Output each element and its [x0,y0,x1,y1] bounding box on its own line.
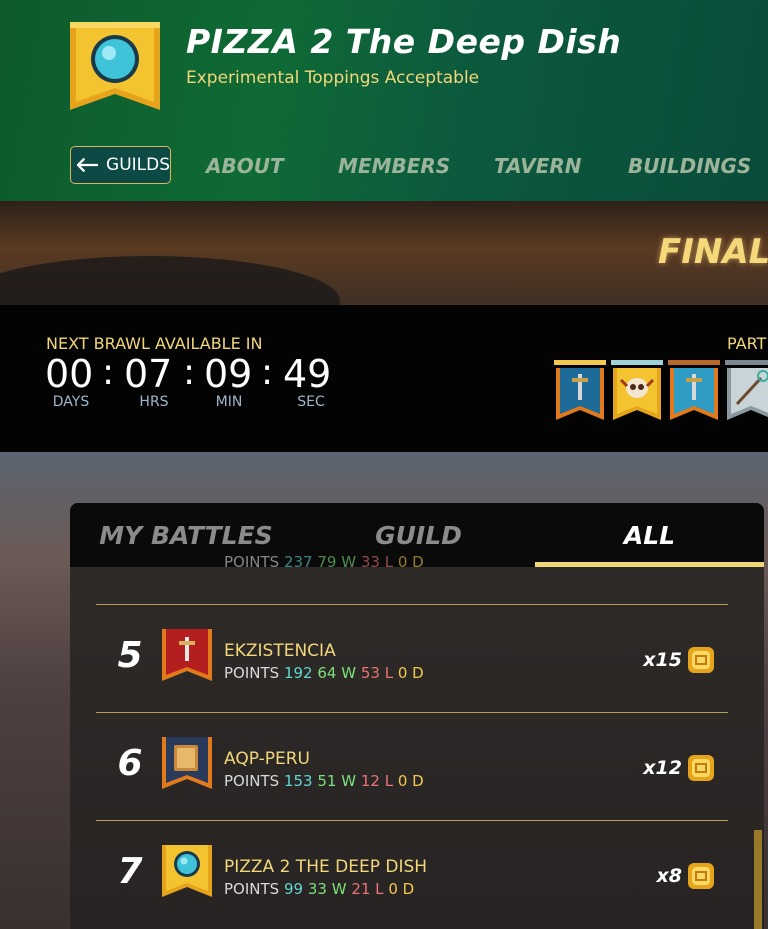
timer-hours: 07 [124,352,173,396]
tab-about[interactable]: ABOUT [206,154,284,178]
timer-minutes: 09 [204,352,253,396]
sword-banner-icon[interactable] [554,360,606,422]
partial-row-stats: POINTS 237 79 W 33 L 0 D [224,553,424,571]
row-rank: 5 [117,635,143,676]
row-stats: POINTS 153 51 W 12 L 0 D [224,772,424,790]
row-guild-name: AQP-PERU [224,749,310,769]
row-guild-name: EKZISTENCIA [224,641,336,661]
event-title: FINAL [658,232,768,272]
reward-chest-icon [688,863,714,889]
staff-banner-icon[interactable] [725,360,768,422]
timer-separator: : [102,352,115,393]
timer-separator: : [261,352,274,393]
event-banner-background [0,201,768,305]
timer-separator: : [183,352,196,393]
skull-banner-icon[interactable] [611,360,663,422]
list-scrollbar[interactable] [754,830,762,929]
unit-minutes: MIN [215,394,243,410]
row-stats: POINTS 99 33 W 21 L 0 D [224,880,415,898]
guild-name: PIZZA 2 The Deep Dish [186,22,622,61]
orb-banner-icon [70,22,160,110]
reward-multiplier: x12 [643,757,682,779]
reward-multiplier: x15 [643,649,682,671]
book-banner-icon [162,737,212,789]
reward-multiplier: x8 [656,865,682,887]
battles-panel: MY BATTLES GUILD ALL POINTS 237 79 W 33 … [70,503,764,929]
unit-hours: HRS [139,394,169,410]
row-divider [96,712,728,713]
leaderboard-list[interactable]: POINTS 237 79 W 33 L 0 D 5 EKZISTENCIA P… [70,553,764,929]
unit-days: DAYS [52,394,90,410]
orb-banner-icon [162,845,212,897]
unit-seconds: SEC [297,394,325,410]
timer-seconds: 49 [283,352,332,396]
row-rank: 6 [117,743,143,784]
tab-all-battles[interactable]: ALL [535,503,764,567]
background-hill [0,256,340,305]
row-guild-name: PIZZA 2 THE DEEP DISH [224,857,428,877]
timer-days: 00 [45,352,94,396]
arrow-left-icon [77,158,99,172]
tab-tavern[interactable]: TAVERN [494,154,582,178]
next-brawl-label: NEXT BRAWL AVAILABLE IN [46,334,263,353]
participants-label: PART [727,334,767,353]
reward-chest-icon [688,647,714,673]
guild-header: PIZZA 2 The Deep Dish Experimental Toppi… [0,0,768,201]
sword-banner-icon [162,629,212,681]
sword-banner-icon[interactable] [668,360,720,422]
tab-members[interactable]: MEMBERS [338,154,450,178]
row-divider [96,820,728,821]
reward-chest-icon [688,755,714,781]
back-button-label: GUILDS [106,155,170,175]
tab-buildings[interactable]: BUILDINGS [628,154,751,178]
row-divider [96,604,728,605]
row-rank: 7 [117,851,143,892]
row-stats: POINTS 192 64 W 53 L 0 D [224,664,424,682]
back-to-guilds-button[interactable]: GUILDS [70,146,171,184]
guild-motto: Experimental Toppings Acceptable [186,68,480,88]
